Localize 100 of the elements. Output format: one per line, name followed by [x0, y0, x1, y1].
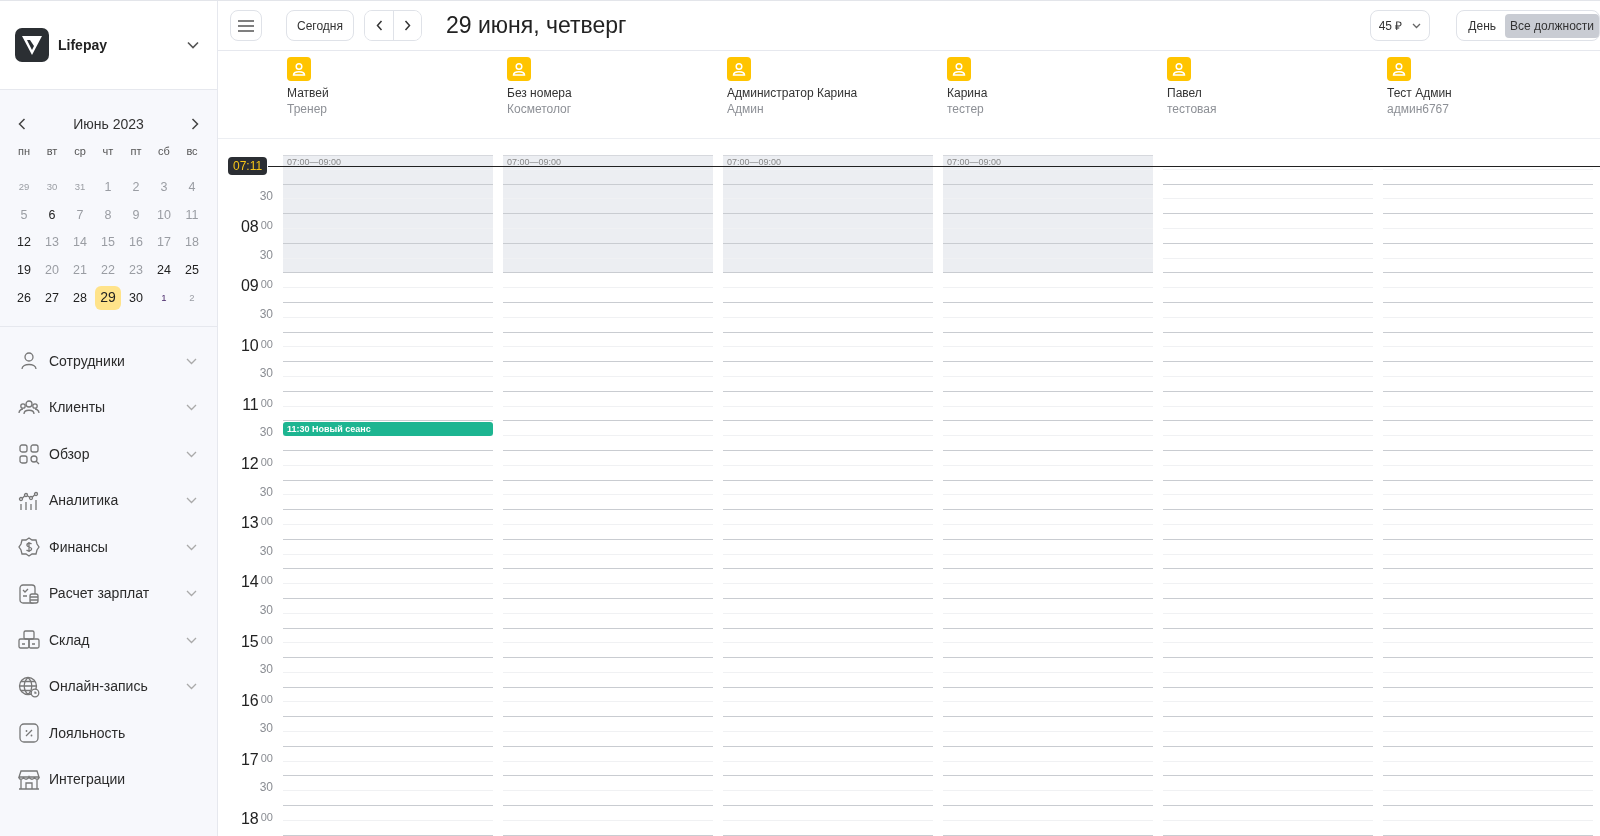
chevron-down-icon — [186, 497, 197, 505]
availability-label: 07:00—09:00 — [287, 156, 342, 169]
staff-name: Администратор Карина — [727, 86, 859, 101]
minute-label: 00 — [260, 573, 273, 588]
minute-label: 30 — [259, 366, 273, 381]
chevron-down-icon — [186, 543, 197, 551]
calendar-day[interactable]: 24 — [151, 258, 177, 283]
hour-label: 15 — [240, 632, 259, 651]
minute-label: 00 — [260, 810, 273, 825]
hour-label: 13 — [240, 514, 259, 533]
view-tab[interactable]: Все должности — [1505, 13, 1599, 38]
avatar — [947, 57, 971, 81]
hour-label: 17 — [240, 750, 259, 769]
boxes-icon — [18, 629, 40, 652]
staff-role: Тренер — [287, 101, 328, 117]
minute-label: 30 — [259, 188, 273, 203]
chevron-right-icon — [404, 20, 411, 31]
calendar-day[interactable]: 28 — [67, 285, 93, 310]
staff-name: Тест Админ — [1387, 86, 1453, 101]
calendar-day[interactable]: 6 — [39, 203, 65, 228]
minute-label: 00 — [260, 218, 273, 233]
sidebar-item[interactable]: Сотрудники — [0, 337, 217, 385]
hour-label: 16 — [240, 691, 259, 710]
minute-label: 00 — [260, 454, 273, 469]
menu-button[interactable] — [230, 10, 262, 41]
calendar-day[interactable]: 1 — [151, 285, 177, 310]
hour-label: 11 — [242, 395, 259, 414]
weekday-label: сб — [157, 144, 171, 159]
minute-label: 30 — [259, 484, 273, 499]
avatar — [507, 57, 531, 81]
staff-role: Косметолог — [507, 101, 573, 117]
avatar — [1167, 57, 1191, 81]
date-title: 29 июня, четверг — [446, 11, 628, 41]
calendar-day[interactable]: 26 — [11, 285, 37, 310]
weekday-label: чт — [101, 144, 115, 159]
minute-label: 30 — [259, 662, 273, 677]
chevron-down-icon — [186, 590, 197, 598]
sidebar-item[interactable]: Склад — [0, 616, 217, 664]
minute-label: 00 — [260, 514, 273, 529]
staff-name: Матвей — [287, 86, 330, 101]
availability-label: 07:00—09:00 — [947, 156, 1002, 169]
minute-label: 30 — [259, 780, 273, 795]
next-button[interactable] — [393, 11, 421, 40]
chevron-down-icon — [186, 636, 197, 644]
staff-role: Админ — [727, 101, 765, 117]
sidebar-item[interactable]: Онлайн-запись — [0, 663, 217, 710]
minute-label: 30 — [259, 306, 273, 321]
chevron-down-icon — [186, 404, 197, 412]
sidebar-item[interactable]: Лояльность — [0, 709, 217, 757]
chevron-left-icon[interactable] — [18, 118, 26, 130]
avatar — [1387, 57, 1411, 81]
minute-label: 00 — [260, 277, 273, 292]
sidebar-item[interactable]: Интеграции — [0, 756, 217, 803]
brand-name: Lifepay — [58, 35, 108, 55]
store-icon — [18, 768, 40, 791]
weekday-label: вс — [185, 144, 199, 159]
hour-label: 10 — [240, 336, 259, 355]
hour-label: 18 — [240, 810, 259, 829]
hour-label: 14 — [240, 573, 259, 592]
staff-role: тестер — [947, 101, 985, 117]
chevron-down-icon — [186, 450, 197, 458]
caret-icon — [1412, 22, 1422, 29]
chevron-down-icon — [186, 357, 197, 365]
avatar — [287, 57, 311, 81]
staff-name: Без номера — [507, 86, 573, 101]
minute-label: 30 — [259, 602, 273, 617]
minute-label: 30 — [259, 247, 273, 262]
sidebar-item[interactable]: Финансы — [0, 523, 217, 571]
minute-label: 30 — [259, 425, 273, 440]
grid-icon — [18, 443, 40, 466]
weekday-label: пн — [17, 144, 31, 159]
sidebar-item[interactable]: Расчет зарплат — [0, 570, 217, 617]
sidebar-item[interactable]: Клиенты — [0, 384, 217, 431]
chevron-down-icon[interactable] — [187, 41, 199, 49]
calendar-day[interactable]: 25 — [179, 258, 205, 283]
hour-label: 12 — [240, 454, 259, 473]
calendar-day[interactable]: 30 — [123, 285, 149, 310]
chevron-right-icon[interactable] — [191, 118, 199, 130]
minute-label: 30 — [259, 543, 273, 558]
weekday-label: ср — [73, 144, 87, 159]
view-tab[interactable]: День — [1463, 13, 1502, 38]
today-button[interactable]: Сегодня — [286, 10, 354, 41]
price-dropdown[interactable]: 45 ₽ — [1369, 10, 1431, 41]
weekday-label: вт — [45, 144, 59, 159]
sidebar-item[interactable]: Аналитика — [0, 477, 217, 524]
minute-label: 00 — [260, 336, 273, 351]
calendar-day[interactable]: 29 — [95, 285, 121, 310]
menu-icon — [237, 18, 255, 33]
current-time-badge: 07:11 — [228, 156, 268, 175]
document-icon — [18, 582, 40, 605]
minute-label: 30 — [259, 721, 273, 736]
sidebar-item[interactable]: Обзор — [0, 430, 217, 478]
staff-role: тестовая — [1167, 101, 1218, 117]
chart-icon — [18, 489, 40, 512]
minute-label: 00 — [260, 691, 273, 706]
minute-label: 00 — [260, 632, 273, 647]
calendar-day[interactable]: 19 — [11, 258, 37, 283]
calendar-day[interactable]: 27 — [39, 285, 65, 310]
calendar-day[interactable]: 12 — [11, 230, 37, 255]
weekday-label: пт — [129, 144, 143, 159]
